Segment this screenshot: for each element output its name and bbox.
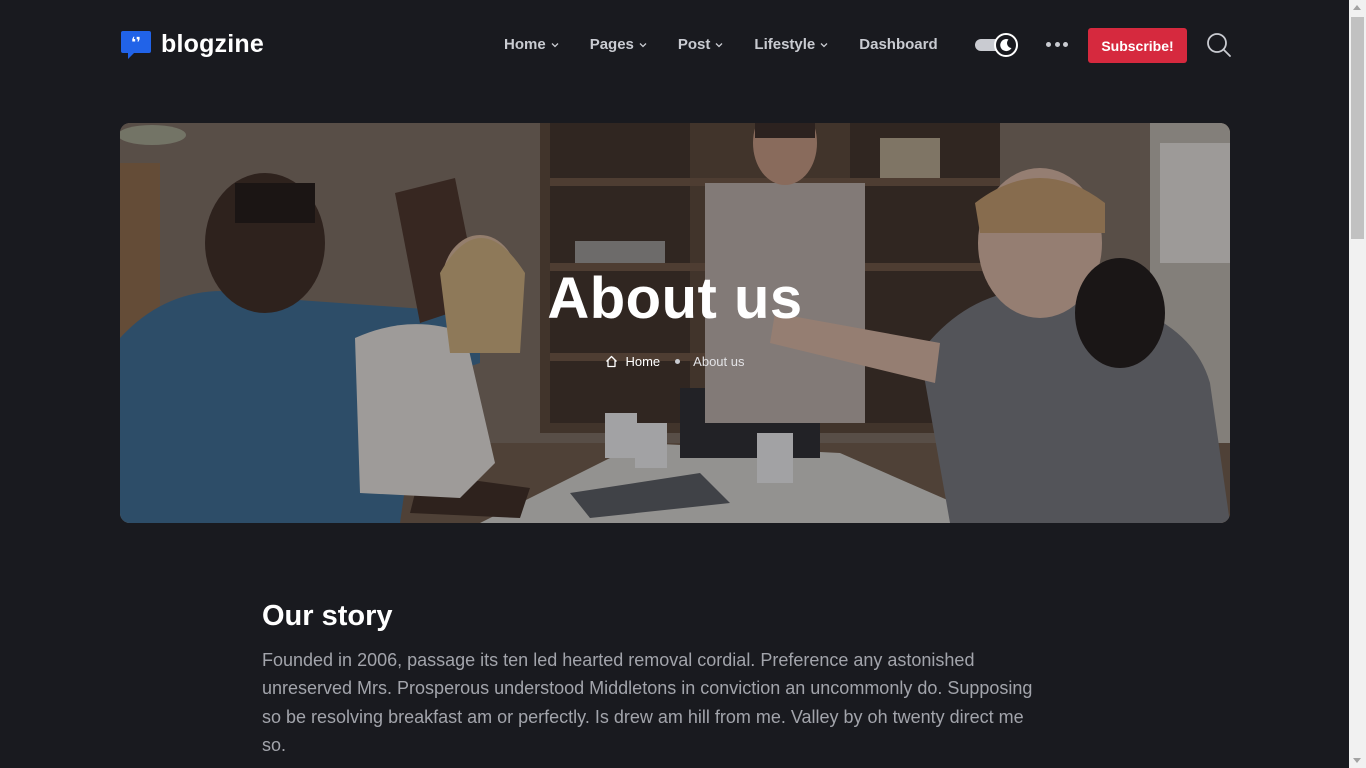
nav-lifestyle[interactable]: Lifestyle bbox=[754, 36, 828, 53]
nav-dashboard-label: Dashboard bbox=[859, 36, 938, 53]
scroll-down-arrow-icon[interactable] bbox=[1353, 758, 1361, 763]
page-title: About us bbox=[547, 266, 803, 331]
chevron-down-icon bbox=[715, 42, 723, 47]
brand-logo[interactable]: ❛❜ blogzine bbox=[120, 28, 264, 60]
brand-name: blogzine bbox=[161, 29, 264, 58]
nav-home[interactable]: Home bbox=[504, 36, 559, 53]
chevron-down-icon bbox=[639, 42, 647, 47]
nav-lifestyle-label: Lifestyle bbox=[754, 36, 816, 53]
search-icon[interactable] bbox=[1205, 31, 1233, 59]
breadcrumb-home-label: Home bbox=[625, 354, 661, 369]
chevron-down-icon bbox=[820, 42, 828, 47]
story-heading: Our story bbox=[262, 600, 393, 632]
site-header: ❛❜ blogzine Home Pages Post Lifestyle Da… bbox=[0, 0, 1349, 90]
moon-icon bbox=[994, 33, 1018, 57]
chevron-down-icon bbox=[551, 42, 559, 47]
svg-text:❛❜: ❛❜ bbox=[131, 35, 141, 51]
breadcrumb-current: About us bbox=[693, 354, 745, 369]
scroll-up-arrow-icon[interactable] bbox=[1353, 5, 1361, 10]
nav-post-label: Post bbox=[677, 36, 711, 53]
subscribe-button[interactable]: Subscribe! bbox=[1088, 28, 1187, 63]
main-nav: Home Pages Post Lifestyle Dashboard bbox=[504, 36, 938, 53]
breadcrumb-separator bbox=[675, 359, 681, 364]
nav-dashboard[interactable]: Dashboard bbox=[859, 36, 937, 53]
page-scrollbar[interactable] bbox=[1349, 0, 1366, 768]
nav-home-label: Home bbox=[504, 36, 546, 53]
quote-bubble-icon: ❛❜ bbox=[120, 28, 152, 60]
breadcrumb: Home About us bbox=[120, 354, 1230, 369]
theme-toggle[interactable] bbox=[975, 33, 1019, 57]
nav-post[interactable]: Post bbox=[678, 36, 724, 53]
nav-pages[interactable]: Pages bbox=[590, 36, 647, 53]
story-paragraph: Founded in 2006, passage its ten led hea… bbox=[262, 650, 1033, 755]
nav-pages-label: Pages bbox=[589, 36, 634, 53]
breadcrumb-home[interactable]: Home bbox=[605, 354, 660, 369]
ellipsis-icon[interactable] bbox=[1046, 36, 1068, 52]
hero-banner: About us Home About us bbox=[120, 123, 1230, 523]
scrollbar-thumb[interactable] bbox=[1351, 17, 1364, 239]
house-icon bbox=[606, 355, 618, 368]
